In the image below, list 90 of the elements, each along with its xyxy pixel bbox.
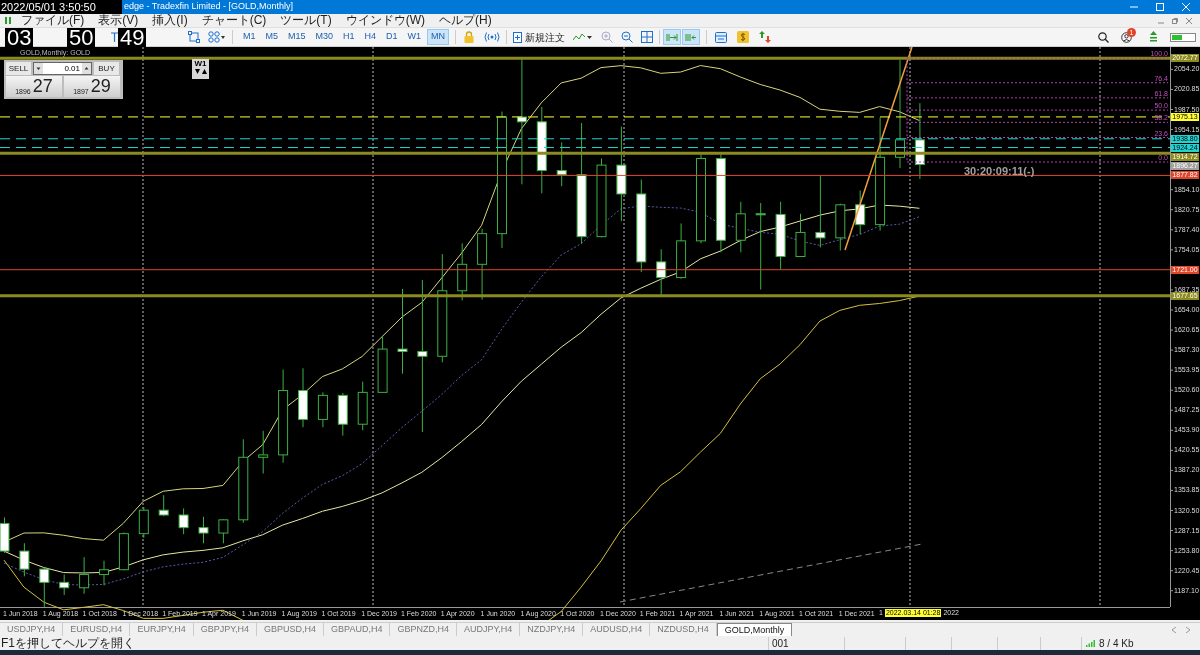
scroll-end-icon	[666, 32, 679, 42]
shift-left-icon	[685, 32, 698, 42]
search-icon[interactable]	[1098, 31, 1109, 43]
new-order-button[interactable]: 新規注文	[513, 29, 566, 45]
up-down-arrows-icon[interactable]	[759, 31, 772, 43]
rectangle-icon[interactable]	[188, 31, 200, 43]
buy-button[interactable]: BUY	[94, 62, 119, 75]
scroll-right-icon[interactable]	[1186, 626, 1190, 633]
candlestick	[118, 531, 129, 571]
chart-tab[interactable]: GOLD,Monthly	[716, 622, 793, 637]
window-icon[interactable]	[715, 31, 728, 43]
shapes-icon[interactable]	[208, 31, 226, 43]
close-icon[interactable]	[1186, 17, 1192, 24]
menu-item[interactable]: チャート(C)	[201, 14, 267, 27]
menu-item[interactable]: ツール(T)	[280, 14, 332, 27]
timeframe-button[interactable]: D1	[382, 29, 402, 45]
indicator-icon[interactable]	[573, 32, 594, 42]
candlestick	[19, 542, 30, 577]
candlestick	[258, 430, 269, 475]
maximize-icon[interactable]	[1156, 3, 1164, 11]
candlestick	[377, 335, 388, 393]
price-big-text: 27	[32, 77, 53, 96]
menu-item[interactable]: ファイル(F)	[21, 14, 85, 27]
candlestick	[59, 574, 70, 596]
lot-field[interactable]: 0.01	[33, 62, 92, 75]
minimize-icon[interactable]	[1130, 3, 1138, 11]
candlestick	[457, 242, 468, 301]
overlay-time-text: 03	[5, 28, 34, 47]
timeframe-button[interactable]: M30	[311, 29, 338, 45]
arrows-icon[interactable]	[193, 68, 208, 75]
auto-scroll-button[interactable]	[663, 29, 682, 45]
menu-item[interactable]: 表示(V)	[98, 14, 139, 27]
candlestick	[79, 556, 90, 595]
traffic-text: 8 / 4 Kb	[1099, 636, 1134, 651]
signal-bars-icon	[1086, 639, 1096, 647]
lvl-icon[interactable]	[1149, 31, 1158, 43]
candlestick	[178, 507, 189, 535]
candlestick	[795, 213, 806, 257]
text-icon[interactable]	[110, 32, 119, 42]
overlay-time-text: 49	[118, 28, 147, 47]
lot-value: 0.01	[63, 62, 81, 75]
countdown-text: 30:20:09:11(-)	[964, 164, 1035, 179]
candlestick	[556, 141, 567, 187]
scroll-left-icon[interactable]	[1172, 626, 1176, 633]
timeframe-button[interactable]: M5	[261, 29, 283, 45]
candlestick	[298, 367, 308, 428]
status-help-text: F1を押してヘルプを開く	[0, 636, 136, 650]
candlestick	[138, 506, 149, 539]
candlestick	[835, 203, 846, 251]
timeframe-button[interactable]: H1	[339, 29, 359, 45]
decrease-icon[interactable]	[34, 63, 43, 74]
candlestick	[676, 222, 687, 280]
candlestick	[0, 516, 10, 554]
profile-name: 001	[772, 636, 790, 651]
candlestick	[337, 392, 348, 437]
dollar-icon[interactable]	[737, 31, 750, 43]
connection-meter	[1170, 32, 1196, 42]
candlestick	[218, 518, 229, 544]
timeframe-button[interactable]: M1	[239, 29, 260, 45]
timeframe-button[interactable]: MN	[427, 29, 450, 45]
timeframe-button[interactable]: H4	[360, 29, 381, 45]
candlestick	[357, 381, 368, 431]
zoom-out-icon[interactable]	[621, 31, 634, 43]
candlestick	[99, 560, 109, 586]
timeframe-button[interactable]: W1	[403, 29, 426, 45]
price-big-text: 29	[90, 77, 111, 96]
menu-item[interactable]: ヘルプ(H)	[439, 14, 492, 27]
document-plus-icon	[513, 31, 523, 43]
restore-icon[interactable]	[1172, 17, 1178, 24]
candlestick	[735, 201, 746, 253]
clock-text: 2022/05/01 3:50:50	[0, 1, 96, 13]
menu-item[interactable]: 挿入(I)	[152, 14, 188, 27]
timeframe-button[interactable]: M15	[284, 29, 310, 45]
overlay-time-text: 50	[67, 28, 96, 47]
candlestick	[39, 566, 50, 608]
sell-button[interactable]: SELL	[6, 62, 31, 75]
plug-icon	[3, 16, 13, 25]
period-label: W1	[194, 59, 207, 68]
grid-icon[interactable]	[641, 31, 654, 43]
candlestick	[656, 248, 667, 297]
menu-item[interactable]: ウインドウ(W)	[345, 14, 425, 27]
candlestick	[855, 189, 866, 235]
candlestick	[198, 516, 209, 544]
candlestick	[317, 391, 328, 428]
candlestick	[775, 201, 786, 271]
signal-icon[interactable]	[484, 32, 501, 42]
user-icon[interactable]	[1121, 32, 1132, 43]
candlestick	[158, 494, 169, 517]
increase-icon[interactable]	[82, 63, 91, 74]
window-title: edge - Tradexfin Limited - [GOLD,Monthly]	[124, 0, 294, 14]
